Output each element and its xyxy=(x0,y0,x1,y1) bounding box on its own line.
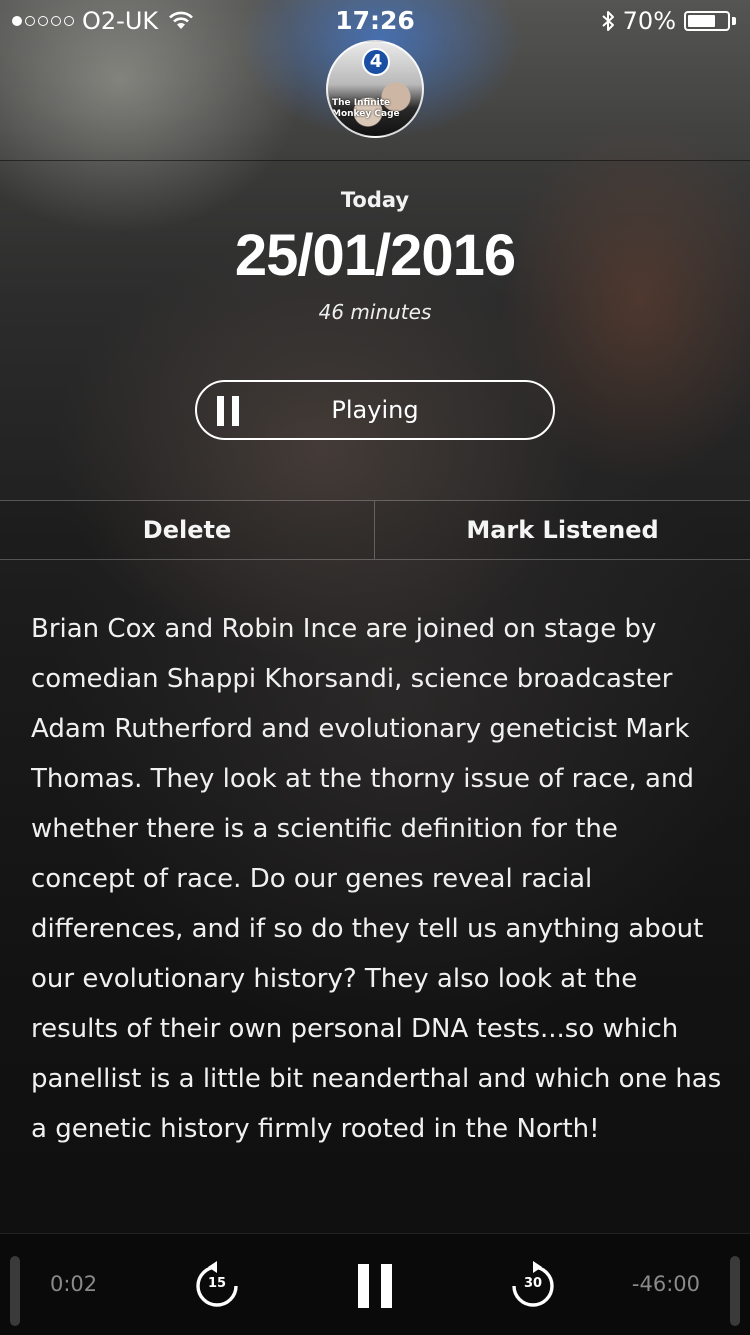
battery-tip xyxy=(732,17,736,25)
status-bar: O2-UK 17:26 70% xyxy=(0,0,750,40)
player-bar: 0:02 15 30 -46:00 xyxy=(0,1233,750,1335)
battery-level xyxy=(688,15,715,27)
battery-icon xyxy=(684,11,730,31)
pause-bar xyxy=(381,1264,392,1308)
status-right: 70% xyxy=(601,7,736,35)
episode-date-label: Today xyxy=(340,188,410,212)
episode-duration: 46 minutes xyxy=(318,300,432,324)
mark-listened-button[interactable]: Mark Listened xyxy=(375,501,750,559)
episode-description-scroll[interactable]: Brian Cox and Robin Ince are joined on s… xyxy=(31,604,725,1232)
artwork-title: The Infinite Monkey Cage xyxy=(332,98,400,119)
skip-back-label: 15 xyxy=(207,1276,227,1291)
skip-forward-button[interactable]: 30 xyxy=(508,1261,558,1311)
skip-back-button[interactable]: 15 xyxy=(192,1261,242,1311)
main-pause-button[interactable] xyxy=(356,1264,394,1308)
play-pause-button[interactable]: Playing xyxy=(195,380,555,440)
podcast-artwork: 4 The Infinite Monkey Cage xyxy=(326,40,424,138)
episode-description: Brian Cox and Robin Ince are joined on s… xyxy=(31,614,722,1144)
episode-date: 25/01/2016 xyxy=(234,223,516,288)
delete-button[interactable]: Delete xyxy=(0,501,374,559)
play-state-label: Playing xyxy=(331,396,419,424)
scrub-handle-left[interactable] xyxy=(10,1256,20,1326)
radio-4-logo: 4 xyxy=(362,48,390,76)
scrub-handle-right[interactable] xyxy=(730,1256,740,1326)
skip-forward-label: 30 xyxy=(523,1276,543,1291)
battery-percentage: 70% xyxy=(622,7,676,35)
remaining-time: -46:00 xyxy=(631,1272,700,1296)
episode-actions: Delete Mark Listened xyxy=(0,500,750,560)
elapsed-time: 0:02 xyxy=(50,1272,98,1296)
pause-bar xyxy=(358,1264,369,1308)
bluetooth-icon xyxy=(601,11,614,31)
